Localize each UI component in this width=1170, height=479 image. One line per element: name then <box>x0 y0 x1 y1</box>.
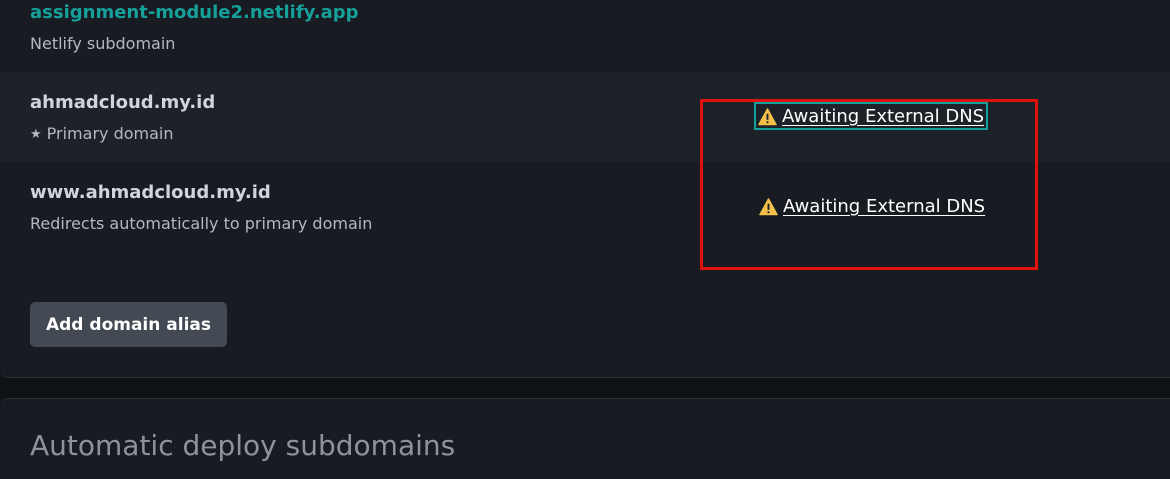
status-label: Awaiting External DNS <box>782 106 985 127</box>
domain-row-primary: ahmadcloud.my.id ★ Primary domain Awaitin… <box>0 72 1170 162</box>
warning-icon <box>758 107 777 125</box>
domain-name: ahmadcloud.my.id <box>30 92 216 113</box>
domain-row-netlify: assignment-module2.netlify.app Netlify s… <box>0 0 1170 72</box>
domain-subtitle: ★ Primary domain <box>30 124 174 143</box>
primary-domain-label: Primary domain <box>46 124 174 143</box>
domain-name-link[interactable]: assignment-module2.netlify.app <box>30 2 359 23</box>
awaiting-dns-link[interactable]: Awaiting External DNS <box>758 196 986 217</box>
domain-subtitle: Redirects automatically to primary domai… <box>30 214 373 233</box>
add-domain-alias-button[interactable]: Add domain alias <box>30 302 227 347</box>
domain-row-www: www.ahmadcloud.my.id Redirects automatic… <box>0 162 1170 252</box>
custom-domains-card: assignment-module2.netlify.app Netlify s… <box>0 0 1170 378</box>
warning-icon <box>759 197 778 215</box>
star-icon: ★ <box>30 127 42 142</box>
section-title: Automatic deploy subdomains <box>30 429 456 462</box>
automatic-deploy-subdomains-card: Automatic deploy subdomains <box>0 398 1170 479</box>
status-label: Awaiting External DNS <box>783 196 986 217</box>
awaiting-dns-link[interactable]: Awaiting External DNS <box>753 102 989 130</box>
domain-name: www.ahmadcloud.my.id <box>30 182 271 203</box>
domain-subtitle: Netlify subdomain <box>30 34 176 53</box>
